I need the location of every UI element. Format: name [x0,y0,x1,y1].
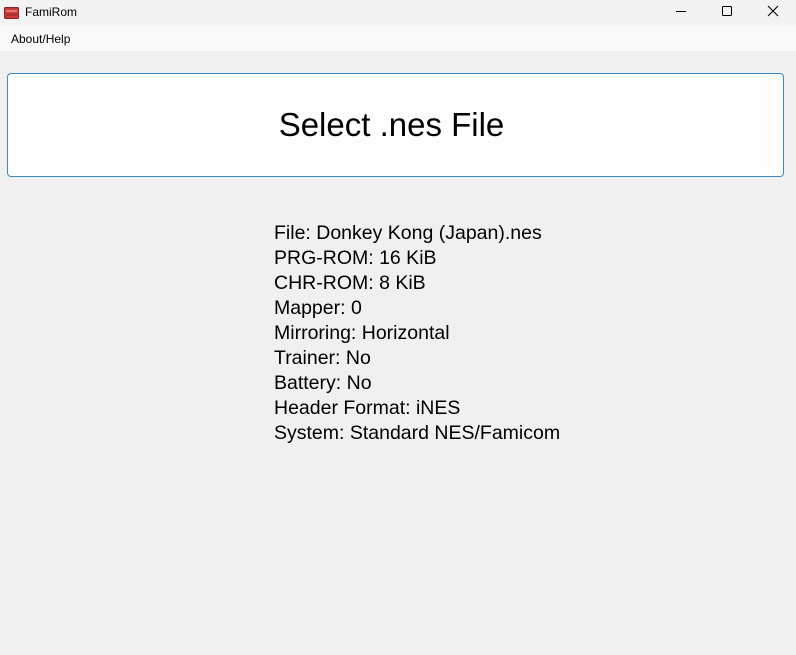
info-header-format: Header Format: iNES [274,397,461,419]
select-nes-file-button[interactable]: Select .nes File [7,73,784,177]
info-mapper: Mapper: 0 [274,297,362,319]
close-button[interactable] [750,0,796,26]
menu-item-about-help[interactable]: About/Help [11,32,70,46]
info-mirroring: Mirroring: Horizontal [274,322,450,344]
rom-info-list: File: Donkey Kong (Japan).nes PRG-ROM: 1… [274,221,560,446]
title-bar[interactable]: FamiRom [0,0,796,26]
info-file: File: Donkey Kong (Japan).nes [274,222,542,244]
info-chr-rom: CHR-ROM: 8 KiB [274,272,426,294]
window-title: FamiRom [25,5,78,19]
maximize-icon [722,6,732,16]
minimize-button[interactable] [658,0,704,26]
maximize-button[interactable] [704,0,750,26]
info-trainer: Trainer: No [274,347,371,369]
nes-cartridge-icon [4,6,19,19]
menu-bar: About/Help [0,26,796,51]
select-button-label: Select .nes File [278,106,505,143]
info-battery: Battery: No [274,372,372,394]
info-prg-rom: PRG-ROM: 16 KiB [274,247,437,269]
info-system: System: Standard NES/Famicom [274,422,561,444]
close-icon [767,5,779,17]
app-window: FamiRom About/Help Select .nes File File… [0,0,796,655]
minimize-icon [676,11,686,12]
